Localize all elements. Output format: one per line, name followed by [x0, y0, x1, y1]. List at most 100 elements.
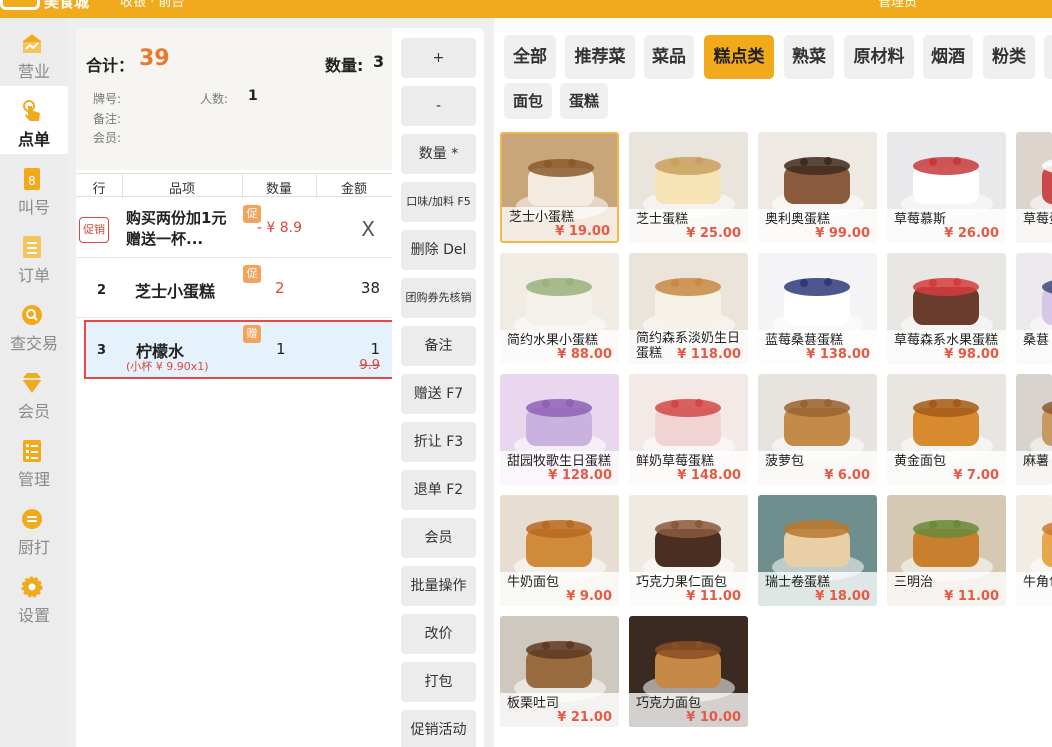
- note-button[interactable]: 备注: [401, 326, 476, 366]
- refund-button[interactable]: 退单 F2: [401, 470, 476, 510]
- category-tab[interactable]: 全部: [504, 35, 556, 79]
- product-card[interactable]: 甜园牧歌生日蛋糕 ¥ 128.00: [500, 374, 619, 485]
- change-price-button[interactable]: 改价: [401, 614, 476, 654]
- product-card[interactable]: 芝士蛋糕 ¥ 25.00: [629, 132, 748, 243]
- order-row-promo[interactable]: 促销 购买两份加1元 赠送一杯... 促 - ¥ 8.9 X: [76, 198, 392, 258]
- product-card[interactable]: 草莓森系水果蛋糕 ¥ 98.00: [887, 253, 1006, 364]
- top-bar: 美食城 收银 · 前台 管理员: [0, 0, 1052, 18]
- nav-label: 会员: [17, 402, 50, 421]
- product-name: 巧克力果仁面包: [636, 575, 728, 590]
- total-label: 合计：: [86, 56, 135, 75]
- item-amount: - ¥ 8.9: [256, 220, 302, 236]
- col-amount: 金额: [340, 182, 367, 197]
- product-name: 芝士小蛋糕: [509, 210, 575, 225]
- takeaway-button[interactable]: 打包: [401, 662, 476, 702]
- product-card[interactable]: 巧克力面包 ¥ 10.00: [629, 616, 748, 727]
- product-card[interactable]: 桑葚: [1016, 253, 1052, 364]
- product-card[interactable]: 巧克力果仁面包 ¥ 11.00: [629, 495, 748, 606]
- product-name: 板栗吐司: [507, 696, 560, 711]
- product-card[interactable]: 牛角包: [1016, 495, 1052, 606]
- search-icon: [22, 305, 42, 325]
- product-card[interactable]: 简约水果小蛋糕 ¥ 88.00: [500, 253, 619, 364]
- product-card[interactable]: 芝士小蛋糕 ¥ 19.00: [500, 132, 619, 243]
- col-qty: 数量: [265, 182, 292, 197]
- decrease-button[interactable]: -: [401, 86, 476, 126]
- product-price: ¥ 7.00: [953, 468, 999, 483]
- product-card[interactable]: 简约森系淡奶生日蛋糕 ¥ 118.00: [629, 253, 748, 364]
- category-tab[interactable]: 熟菜: [784, 35, 834, 79]
- product-card[interactable]: 菠萝包 ¥ 6.00: [758, 374, 877, 485]
- item-qty: 2: [275, 279, 285, 297]
- category-tab[interactable]: 烟酒: [923, 35, 973, 79]
- quantity-button[interactable]: 数量 *: [401, 134, 476, 174]
- delete-button[interactable]: 删除 Del: [401, 230, 476, 270]
- product-name: 草莓森系水果蛋糕: [894, 333, 999, 348]
- table-number-label[interactable]: 牌号:: [93, 90, 121, 107]
- product-card[interactable]: 蓝莓桑葚蛋糕 ¥ 138.00: [758, 253, 877, 364]
- nav-transactions[interactable]: 查交易: [0, 290, 68, 358]
- order-row[interactable]: 2 芝士小蛋糕 促 2 38: [76, 258, 392, 318]
- category-tab[interactable]: 原材料: [844, 35, 914, 79]
- item-name: 购买两份加1元: [126, 209, 227, 227]
- increase-button[interactable]: +: [401, 38, 476, 78]
- product-card[interactable]: 黄金面包 ¥ 7.00: [887, 374, 1006, 485]
- nav-business[interactable]: 营业: [0, 18, 68, 86]
- nav-management[interactable]: 管理: [0, 426, 68, 494]
- category-tab[interactable]: 推荐菜: [565, 35, 635, 79]
- nav-call-number[interactable]: 8 叫号: [0, 154, 68, 222]
- product-card[interactable]: 奥利奥蛋糕 ¥ 99.00: [758, 132, 877, 243]
- category-tab[interactable]: 菜品: [644, 35, 694, 79]
- category-tab-active[interactable]: 糕点类: [704, 35, 774, 79]
- product-card[interactable]: 瑞士卷蛋糕 ¥ 18.00: [758, 495, 877, 606]
- product-card[interactable]: 板栗吐司 ¥ 21.00: [500, 616, 619, 727]
- voucher-verify-button[interactable]: 团购券先核销: [401, 278, 476, 318]
- category-tab[interactable]: 蛋糕: [560, 83, 608, 119]
- product-price: ¥ 21.00: [557, 710, 612, 725]
- member-label[interactable]: 会员:: [93, 129, 121, 146]
- product-name: 蓝莓桑葚蛋糕: [765, 333, 844, 348]
- nav-kitchen-print[interactable]: 厨打: [0, 494, 68, 562]
- nav-label: 管理: [17, 470, 50, 489]
- product-card[interactable]: 草莓慕斯 ¥ 26.00: [887, 132, 1006, 243]
- product-card[interactable]: 三明治 ¥ 11.00: [887, 495, 1006, 606]
- product-price: ¥ 6.00: [824, 468, 870, 483]
- category-tab[interactable]: 面包: [504, 83, 552, 119]
- product-price: ¥ 10.00: [686, 710, 741, 725]
- product-name: 巧克力面包: [636, 696, 702, 711]
- tap-hand-icon: [23, 100, 40, 121]
- product-card[interactable]: 草莓蛋糕: [1016, 132, 1052, 243]
- product-card[interactable]: 麻薯: [1016, 374, 1052, 485]
- shop-icon: [22, 34, 42, 53]
- people-label[interactable]: 人数:: [200, 90, 228, 107]
- batch-button[interactable]: 批量操作: [401, 566, 476, 606]
- product-card[interactable]: 鲜奶草莓蛋糕 ¥ 148.00: [629, 374, 748, 485]
- nav-members[interactable]: 会员: [0, 358, 68, 426]
- people-value[interactable]: 1: [248, 88, 258, 104]
- product-card[interactable]: 牛奶面包 ¥ 9.00: [500, 495, 619, 606]
- product-price: ¥ 26.00: [944, 226, 999, 241]
- store-name: 收银 · 前台: [120, 0, 185, 10]
- nav-order[interactable]: 点单: [0, 86, 68, 154]
- product-name: 草莓蛋糕: [1023, 212, 1052, 227]
- category-tab[interactable]: 粉类: [983, 35, 1035, 79]
- discount-button[interactable]: 折让 F3: [401, 422, 476, 462]
- nav-label: 订单: [17, 266, 50, 285]
- product-price: ¥ 11.00: [686, 589, 741, 604]
- flavor-addon-button[interactable]: 口味/加料 F5: [401, 182, 476, 222]
- checklist-icon: [23, 440, 41, 462]
- quantity-label: 数量:: [325, 56, 364, 75]
- note-label[interactable]: 备注:: [93, 110, 121, 127]
- product-name: 麻薯: [1023, 454, 1050, 469]
- product-price: ¥ 25.00: [686, 226, 741, 241]
- gift-button[interactable]: 赠送 F7: [401, 374, 476, 414]
- member-button[interactable]: 会员: [401, 518, 476, 558]
- current-user[interactable]: 管理员: [878, 0, 917, 10]
- nav-orders[interactable]: 订单: [0, 222, 68, 290]
- remove-button[interactable]: X: [361, 217, 375, 241]
- nav-label: 点单: [17, 130, 50, 149]
- nav-settings[interactable]: 设置: [0, 562, 68, 630]
- category-tab-more[interactable]: [1044, 35, 1052, 79]
- item-amount: 38: [360, 279, 380, 297]
- promotion-button[interactable]: 促销活动: [401, 710, 476, 747]
- order-row-selected[interactable]: 3 柠檬水 (小杯 ¥ 9.90x1) 赠 1 1 9.9: [84, 320, 395, 379]
